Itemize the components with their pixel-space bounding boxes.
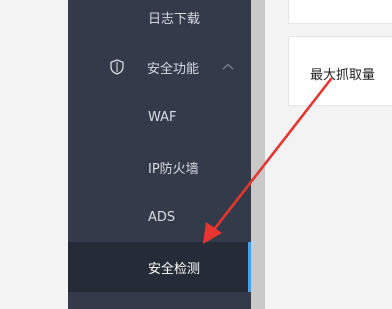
sidebar-item-log-download[interactable]: 日志下载 (68, 0, 251, 42)
sidebar-item-label: 日志下载 (148, 11, 201, 27)
card-title: 最大抓取量 (310, 68, 376, 83)
max-capture-card: 最大抓取量 (288, 36, 392, 106)
sidebar-item-label: 安全检测 (148, 261, 201, 277)
shield-icon (110, 59, 124, 75)
sidebar-item-label: IP防火墙 (148, 161, 199, 177)
content-card-top (288, 0, 392, 24)
page-left-margin (0, 0, 68, 309)
sidebar-item-ip-firewall[interactable]: IP防火墙 (68, 142, 251, 192)
sidebar-item-security-functions[interactable]: 安全功能 (68, 42, 251, 92)
sidebar-item-ads[interactable]: ADS (68, 192, 251, 242)
sidebar-item-security-detection[interactable]: 安全检测 (68, 242, 251, 292)
chevron-up-icon[interactable] (222, 61, 234, 71)
sidebar-scrollbar[interactable] (251, 0, 265, 309)
sidebar-item-waf[interactable]: WAF (68, 92, 251, 142)
sidebar-nav: 日志下载 安全功能 WAF IP防火墙 ADS 安全检测 (68, 0, 251, 309)
sidebar-item-label: 安全功能 (147, 61, 200, 77)
sidebar-item-label: ADS (148, 209, 176, 225)
sidebar-item-label: WAF (148, 109, 177, 125)
